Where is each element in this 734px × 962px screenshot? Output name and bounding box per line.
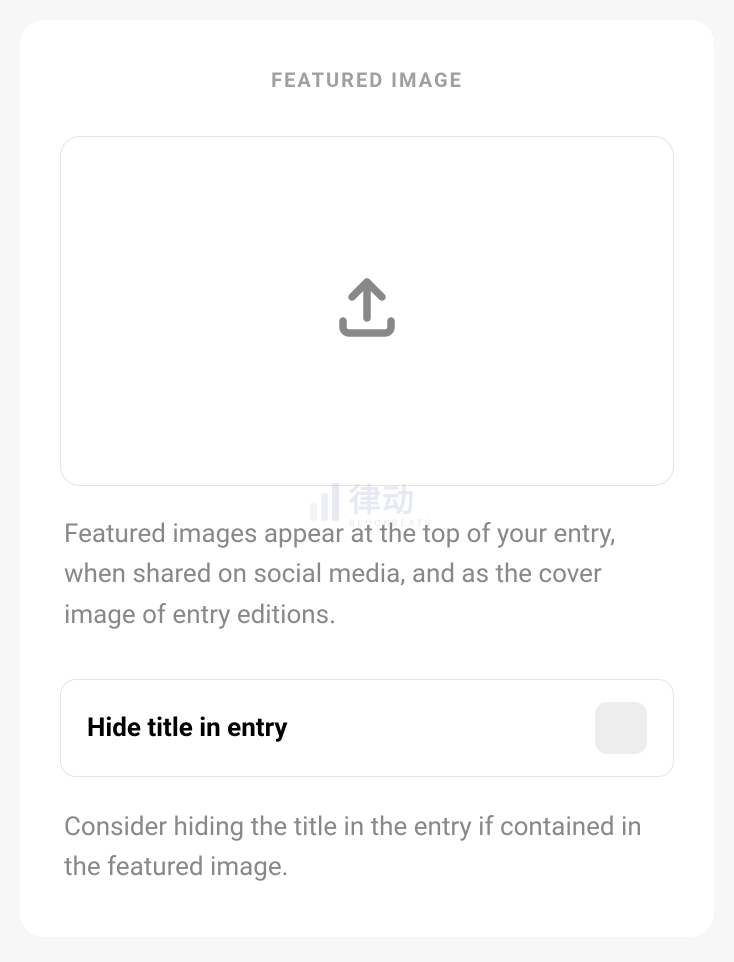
hide-title-label: Hide title in entry [87,713,287,743]
hint-text: Consider hiding the title in the entry i… [60,807,674,888]
hide-title-row: Hide title in entry [60,679,674,777]
section-title: FEATURED IMAGE [60,68,674,92]
upload-icon [331,273,403,349]
featured-image-card: FEATURED IMAGE Featured images appear at… [20,20,714,937]
description-text: Featured images appear at the top of you… [60,514,674,635]
hide-title-checkbox[interactable] [595,702,647,754]
upload-area[interactable] [60,136,674,486]
